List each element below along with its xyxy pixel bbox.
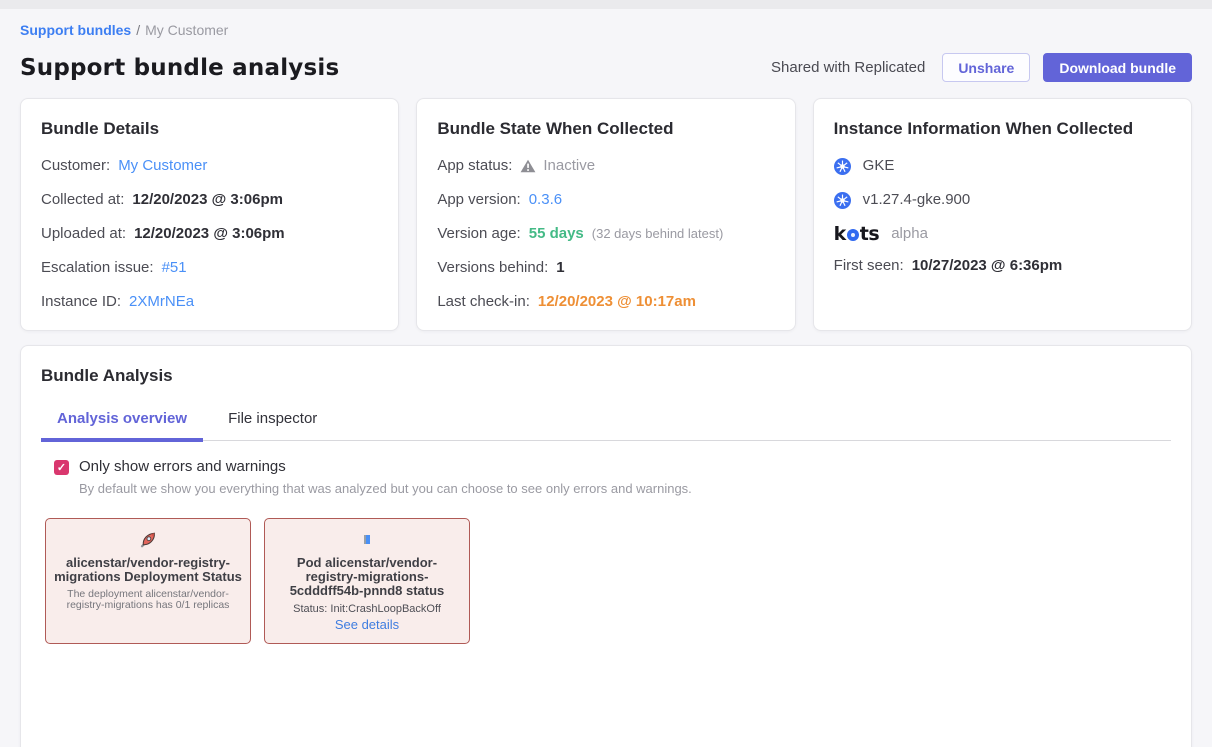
- versions-behind-label: Versions behind:: [437, 258, 548, 278]
- breadcrumb-separator: /: [136, 22, 140, 38]
- instance-id-row: Instance ID: 2XMrNEa: [41, 292, 378, 312]
- first-seen-value: 10/27/2023 @ 6:36pm: [912, 256, 1063, 276]
- bundle-state-card: Bundle State When Collected App status: …: [416, 98, 795, 331]
- breadcrumb-current: My Customer: [145, 22, 228, 38]
- collected-at-label: Collected at:: [41, 190, 124, 210]
- version-age-label: Version age:: [437, 224, 520, 244]
- warning-status: Status: Init:CrashLoopBackOff: [273, 603, 461, 615]
- first-seen-row: First seen: 10/27/2023 @ 6:36pm: [834, 256, 1171, 276]
- instance-info-title: Instance Information When Collected: [834, 119, 1171, 139]
- escalation-issue-link[interactable]: #51: [162, 258, 187, 278]
- uploaded-at-value: 12/20/2023 @ 3:06pm: [134, 224, 285, 244]
- bundle-details-card: Bundle Details Customer: My Customer Col…: [20, 98, 399, 331]
- distribution-value: GKE: [863, 156, 895, 176]
- warnings-row: alicenstar/vendor-registry-migrations De…: [45, 518, 1171, 644]
- instance-id-label: Instance ID:: [41, 292, 121, 312]
- version-age-note: (32 days behind latest): [592, 224, 724, 244]
- info-cards-row: Bundle Details Customer: My Customer Col…: [20, 98, 1192, 331]
- first-seen-label: First seen:: [834, 256, 904, 276]
- kots-logo-dot: [847, 229, 859, 241]
- last-checkin-value: 12/20/2023 @ 10:17am: [538, 292, 696, 312]
- versions-behind-row: Versions behind: 1: [437, 258, 774, 278]
- page-header: Support bundle analysis Shared with Repl…: [20, 53, 1192, 82]
- app-status-row: App status: Inactive: [437, 156, 774, 176]
- instance-id-link[interactable]: 2XMrNEa: [129, 292, 194, 312]
- kots-row: kts alpha: [834, 224, 1171, 244]
- last-checkin-label: Last check-in:: [437, 292, 530, 312]
- tab-analysis-overview[interactable]: Analysis overview: [41, 410, 203, 440]
- filter-label: Only show errors and warnings: [79, 457, 692, 477]
- breadcrumb: Support bundles / My Customer: [20, 21, 1192, 40]
- kubernetes-icon: [834, 192, 851, 209]
- warning-title: Pod alicenstar/vendor-registry-migration…: [273, 556, 461, 598]
- warning-triangle-icon: [520, 159, 536, 173]
- distribution-row: GKE: [834, 156, 1171, 176]
- shared-status-text: Shared with Replicated: [771, 59, 925, 76]
- collected-at-row: Collected at: 12/20/2023 @ 3:06pm: [41, 190, 378, 210]
- uploaded-at-row: Uploaded at: 12/20/2023 @ 3:06pm: [41, 224, 378, 244]
- filter-row: ✓ Only show errors and warnings By defau…: [54, 457, 1171, 496]
- collected-at-value: 12/20/2023 @ 3:06pm: [132, 190, 283, 210]
- warning-title: alicenstar/vendor-registry-migrations De…: [54, 556, 242, 584]
- header-actions: Shared with Replicated Unshare Download …: [771, 53, 1192, 82]
- escalation-issue-label: Escalation issue:: [41, 258, 154, 278]
- app-status-value: Inactive: [543, 156, 595, 176]
- customer-link[interactable]: My Customer: [118, 156, 207, 176]
- last-checkin-row: Last check-in: 12/20/2023 @ 10:17am: [437, 292, 774, 312]
- see-details-link[interactable]: See details: [273, 617, 461, 632]
- versions-behind-value: 1: [556, 258, 564, 278]
- bundle-analysis-panel: Bundle Analysis Analysis overview File i…: [20, 345, 1192, 747]
- k8s-version-row: v1.27.4-gke.900: [834, 190, 1171, 210]
- uploaded-at-label: Uploaded at:: [41, 224, 126, 244]
- customer-label: Customer:: [41, 156, 110, 176]
- page-title: Support bundle analysis: [20, 55, 339, 81]
- pod-status-warning-card[interactable]: Pod alicenstar/vendor-registry-migration…: [264, 518, 470, 644]
- bundle-state-title: Bundle State When Collected: [437, 119, 774, 139]
- warning-description: The deployment alicenstar/vendor-registr…: [54, 589, 242, 611]
- breadcrumb-support-bundles-link[interactable]: Support bundles: [20, 22, 131, 38]
- deployment-status-warning-card[interactable]: alicenstar/vendor-registry-migrations De…: [45, 518, 251, 644]
- filter-text-block: Only show errors and warnings By default…: [79, 457, 692, 496]
- kots-logo: kts: [834, 224, 880, 244]
- version-age-value: 55 days: [529, 224, 584, 244]
- app-version-row: App version: 0.3.6: [437, 190, 774, 210]
- escalation-issue-row: Escalation issue: #51: [41, 258, 378, 278]
- tab-file-inspector[interactable]: File inspector: [212, 410, 333, 440]
- k8s-version-value: v1.27.4-gke.900: [863, 190, 971, 210]
- instance-info-card: Instance Information When Collected GKE …: [813, 98, 1192, 331]
- app-version-link[interactable]: 0.3.6: [529, 190, 562, 210]
- only-errors-checkbox[interactable]: ✓: [54, 460, 69, 475]
- kubernetes-icon: [834, 158, 851, 175]
- analysis-tabs: Analysis overview File inspector: [41, 410, 1171, 441]
- download-bundle-button[interactable]: Download bundle: [1043, 53, 1192, 82]
- top-strip: [0, 0, 1212, 9]
- unshare-button[interactable]: Unshare: [942, 53, 1030, 82]
- filter-description: By default we show you everything that w…: [79, 481, 692, 496]
- pod-icon: [364, 535, 370, 544]
- app-version-label: App version:: [437, 190, 520, 210]
- page-content: Support bundles / My Customer Support bund…: [0, 9, 1212, 747]
- bundle-details-title: Bundle Details: [41, 119, 378, 139]
- app-status-label: App status:: [437, 156, 512, 176]
- customer-row: Customer: My Customer: [41, 156, 378, 176]
- bundle-analysis-title: Bundle Analysis: [41, 366, 1171, 386]
- rocket-icon: [139, 530, 158, 549]
- version-age-row: Version age: 55 days (32 days behind lat…: [437, 224, 774, 244]
- kots-channel: alpha: [891, 224, 928, 244]
